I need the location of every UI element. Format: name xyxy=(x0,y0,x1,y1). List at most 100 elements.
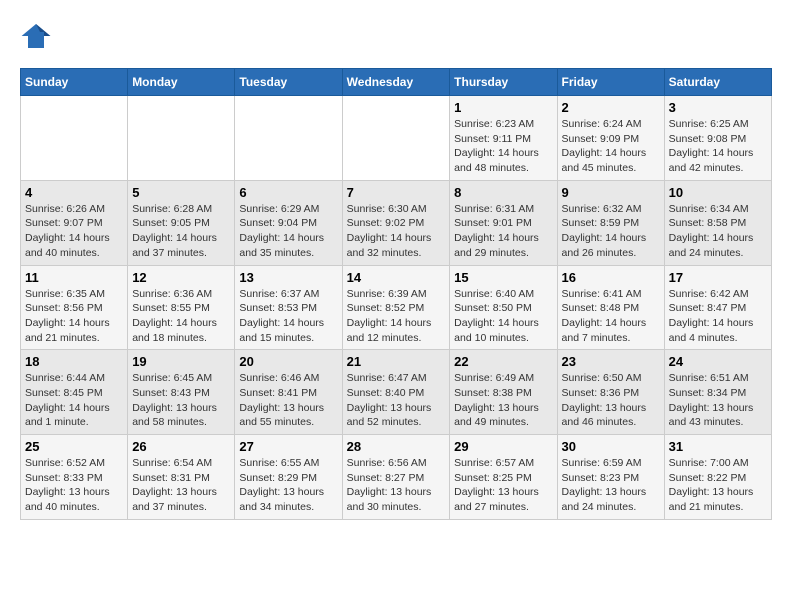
day-info: Sunrise: 6:40 AM Sunset: 8:50 PM Dayligh… xyxy=(454,287,552,346)
day-number: 2 xyxy=(562,100,660,115)
day-number: 13 xyxy=(239,270,337,285)
day-info: Sunrise: 6:56 AM Sunset: 8:27 PM Dayligh… xyxy=(347,456,446,515)
day-info: Sunrise: 7:00 AM Sunset: 8:22 PM Dayligh… xyxy=(669,456,767,515)
day-number: 22 xyxy=(454,354,552,369)
day-info: Sunrise: 6:59 AM Sunset: 8:23 PM Dayligh… xyxy=(562,456,660,515)
day-number: 6 xyxy=(239,185,337,200)
day-cell: 17 Sunrise: 6:42 AM Sunset: 8:47 PM Dayli… xyxy=(664,265,771,350)
day-info: Sunrise: 6:26 AM Sunset: 9:07 PM Dayligh… xyxy=(25,202,123,261)
day-cell: 8Sunrise: 6:31 AM Sunset: 9:01 PM Daylig… xyxy=(450,180,557,265)
day-info: Sunrise: 6:25 AM Sunset: 9:08 PM Dayligh… xyxy=(669,117,767,176)
day-number: 25 xyxy=(25,439,123,454)
day-info: Sunrise: 6:31 AM Sunset: 9:01 PM Dayligh… xyxy=(454,202,552,261)
day-cell: 22 Sunrise: 6:49 AM Sunset: 8:38 PM Dayli… xyxy=(450,350,557,435)
week-row-4: 18 Sunrise: 6:44 AM Sunset: 8:45 PM Dayli… xyxy=(21,350,772,435)
day-cell: 19 Sunrise: 6:45 AM Sunset: 8:43 PM Dayli… xyxy=(128,350,235,435)
calendar-table: SundayMondayTuesdayWednesdayThursdayFrid… xyxy=(20,68,772,520)
day-cell: 18 Sunrise: 6:44 AM Sunset: 8:45 PM Dayli… xyxy=(21,350,128,435)
day-cell: 20 Sunrise: 6:46 AM Sunset: 8:41 PM Dayli… xyxy=(235,350,342,435)
day-cell: 23 Sunrise: 6:50 AM Sunset: 8:36 PM Dayli… xyxy=(557,350,664,435)
day-cell: 27Sunrise: 6:55 AM Sunset: 8:29 PM Dayli… xyxy=(235,435,342,520)
day-number: 27 xyxy=(239,439,337,454)
day-number: 16 xyxy=(562,270,660,285)
week-row-3: 11Sunrise: 6:35 AM Sunset: 8:56 PM Dayli… xyxy=(21,265,772,350)
day-cell: 31Sunrise: 7:00 AM Sunset: 8:22 PM Dayli… xyxy=(664,435,771,520)
day-number: 15 xyxy=(454,270,552,285)
day-number: 21 xyxy=(347,354,446,369)
day-number: 17 xyxy=(669,270,767,285)
day-info: Sunrise: 6:36 AM Sunset: 8:55 PM Dayligh… xyxy=(132,287,230,346)
day-info: Sunrise: 6:49 AM Sunset: 8:38 PM Dayligh… xyxy=(454,371,552,430)
day-cell: 4 Sunrise: 6:26 AM Sunset: 9:07 PM Daylig… xyxy=(21,180,128,265)
day-cell: 2 Sunrise: 6:24 AM Sunset: 9:09 PM Daylig… xyxy=(557,96,664,181)
day-number: 20 xyxy=(239,354,337,369)
day-number: 19 xyxy=(132,354,230,369)
day-cell: 25 Sunrise: 6:52 AM Sunset: 8:33 PM Dayli… xyxy=(21,435,128,520)
day-info: Sunrise: 6:37 AM Sunset: 8:53 PM Dayligh… xyxy=(239,287,337,346)
day-number: 11 xyxy=(25,270,123,285)
day-info: Sunrise: 6:57 AM Sunset: 8:25 PM Dayligh… xyxy=(454,456,552,515)
day-cell: 21 Sunrise: 6:47 AM Sunset: 8:40 PM Dayli… xyxy=(342,350,450,435)
day-cell: 29 Sunrise: 6:57 AM Sunset: 8:25 PM Dayli… xyxy=(450,435,557,520)
logo-icon xyxy=(20,20,52,52)
week-row-2: 4 Sunrise: 6:26 AM Sunset: 9:07 PM Daylig… xyxy=(21,180,772,265)
day-info: Sunrise: 6:46 AM Sunset: 8:41 PM Dayligh… xyxy=(239,371,337,430)
logo xyxy=(20,20,56,52)
day-number: 5 xyxy=(132,185,230,200)
day-cell: 11Sunrise: 6:35 AM Sunset: 8:56 PM Dayli… xyxy=(21,265,128,350)
day-number: 9 xyxy=(562,185,660,200)
day-cell xyxy=(342,96,450,181)
day-info: Sunrise: 6:30 AM Sunset: 9:02 PM Dayligh… xyxy=(347,202,446,261)
week-row-5: 25 Sunrise: 6:52 AM Sunset: 8:33 PM Dayli… xyxy=(21,435,772,520)
day-cell xyxy=(128,96,235,181)
day-info: Sunrise: 6:47 AM Sunset: 8:40 PM Dayligh… xyxy=(347,371,446,430)
day-number: 12 xyxy=(132,270,230,285)
day-number: 18 xyxy=(25,354,123,369)
day-cell: 1Sunrise: 6:23 AM Sunset: 9:11 PM Daylig… xyxy=(450,96,557,181)
day-cell: 28Sunrise: 6:56 AM Sunset: 8:27 PM Dayli… xyxy=(342,435,450,520)
day-number: 7 xyxy=(347,185,446,200)
day-cell: 13 Sunrise: 6:37 AM Sunset: 8:53 PM Dayli… xyxy=(235,265,342,350)
day-number: 3 xyxy=(669,100,767,115)
day-info: Sunrise: 6:28 AM Sunset: 9:05 PM Dayligh… xyxy=(132,202,230,261)
day-info: Sunrise: 6:44 AM Sunset: 8:45 PM Dayligh… xyxy=(25,371,123,430)
day-info: Sunrise: 6:42 AM Sunset: 8:47 PM Dayligh… xyxy=(669,287,767,346)
day-info: Sunrise: 6:52 AM Sunset: 8:33 PM Dayligh… xyxy=(25,456,123,515)
day-number: 10 xyxy=(669,185,767,200)
day-number: 29 xyxy=(454,439,552,454)
header-tuesday: Tuesday xyxy=(235,69,342,96)
day-info: Sunrise: 6:41 AM Sunset: 8:48 PM Dayligh… xyxy=(562,287,660,346)
calendar-header-row: SundayMondayTuesdayWednesdayThursdayFrid… xyxy=(21,69,772,96)
header-monday: Monday xyxy=(128,69,235,96)
day-cell: 9 Sunrise: 6:32 AM Sunset: 8:59 PM Daylig… xyxy=(557,180,664,265)
day-info: Sunrise: 6:50 AM Sunset: 8:36 PM Dayligh… xyxy=(562,371,660,430)
day-number: 26 xyxy=(132,439,230,454)
header-wednesday: Wednesday xyxy=(342,69,450,96)
header-saturday: Saturday xyxy=(664,69,771,96)
day-cell: 7 Sunrise: 6:30 AM Sunset: 9:02 PM Daylig… xyxy=(342,180,450,265)
day-cell: 5 Sunrise: 6:28 AM Sunset: 9:05 PM Daylig… xyxy=(128,180,235,265)
day-cell: 30 Sunrise: 6:59 AM Sunset: 8:23 PM Dayli… xyxy=(557,435,664,520)
day-number: 30 xyxy=(562,439,660,454)
day-cell: 14Sunrise: 6:39 AM Sunset: 8:52 PM Dayli… xyxy=(342,265,450,350)
day-number: 4 xyxy=(25,185,123,200)
day-cell: 16 Sunrise: 6:41 AM Sunset: 8:48 PM Dayli… xyxy=(557,265,664,350)
day-cell: 12 Sunrise: 6:36 AM Sunset: 8:55 PM Dayli… xyxy=(128,265,235,350)
day-cell: 6Sunrise: 6:29 AM Sunset: 9:04 PM Daylig… xyxy=(235,180,342,265)
header-thursday: Thursday xyxy=(450,69,557,96)
day-cell: 10Sunrise: 6:34 AM Sunset: 8:58 PM Dayli… xyxy=(664,180,771,265)
day-number: 23 xyxy=(562,354,660,369)
day-info: Sunrise: 6:54 AM Sunset: 8:31 PM Dayligh… xyxy=(132,456,230,515)
day-info: Sunrise: 6:23 AM Sunset: 9:11 PM Dayligh… xyxy=(454,117,552,176)
page-header xyxy=(20,20,772,52)
day-info: Sunrise: 6:24 AM Sunset: 9:09 PM Dayligh… xyxy=(562,117,660,176)
day-number: 14 xyxy=(347,270,446,285)
day-cell: 24Sunrise: 6:51 AM Sunset: 8:34 PM Dayli… xyxy=(664,350,771,435)
day-info: Sunrise: 6:32 AM Sunset: 8:59 PM Dayligh… xyxy=(562,202,660,261)
day-cell: 15 Sunrise: 6:40 AM Sunset: 8:50 PM Dayli… xyxy=(450,265,557,350)
day-info: Sunrise: 6:45 AM Sunset: 8:43 PM Dayligh… xyxy=(132,371,230,430)
header-friday: Friday xyxy=(557,69,664,96)
header-sunday: Sunday xyxy=(21,69,128,96)
day-cell xyxy=(235,96,342,181)
day-number: 24 xyxy=(669,354,767,369)
